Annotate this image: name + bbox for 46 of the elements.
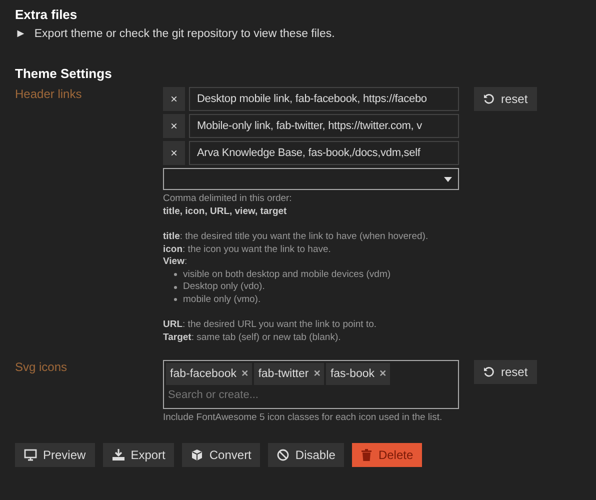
reset-button[interactable]: reset [474, 360, 537, 384]
monitor-icon [24, 449, 37, 461]
tag-chip: fas-book × [326, 363, 390, 385]
remove-tag-button[interactable]: × [380, 368, 386, 380]
help-text: title: the desired title you want the link to have (when hovered). [163, 231, 430, 244]
ban-icon [277, 449, 290, 461]
search-field[interactable]: Search or create... [166, 385, 370, 405]
download-icon [112, 449, 125, 461]
dropdown-caret-icon [444, 176, 452, 182]
help-text: URL: the desired URL you want the link to point to. [163, 319, 378, 332]
setting-label: Header links [15, 87, 83, 103]
tag-chip: fab-twitter × [254, 363, 324, 385]
list-item: Desktop only (vdo). [163, 281, 459, 294]
info-text: Export theme or check the git repository to view these files. [34, 28, 335, 40]
undo-icon [483, 366, 495, 378]
tag-chip: fab-facebook × [166, 363, 252, 385]
remove-button[interactable]: × [163, 141, 185, 165]
help-text: Comma delimited in this order: [163, 193, 293, 206]
list-item: mobile only (vmo). [163, 294, 459, 306]
undo-icon [483, 93, 495, 105]
text-input[interactable]: Desktop mobile link, fab-facebook, https://facebo [189, 87, 459, 111]
setting-label: Svg icons [15, 360, 68, 376]
reset-button[interactable]: reset [474, 87, 537, 111]
action-button[interactable]: Disable [268, 443, 344, 467]
help-text: icon: the icon you want the link to have. [163, 244, 332, 256]
cube-icon [191, 449, 204, 461]
remove-tag-button[interactable]: × [314, 368, 320, 380]
disclosure-toggle[interactable]: ► [15, 28, 26, 40]
tag-input[interactable]: fab-facebook × fab-twitter × fas-book × Search or create... [163, 360, 459, 409]
dropdown[interactable] [163, 168, 459, 190]
help-text: Target: same tab (self) or new tab (blank). [163, 332, 342, 344]
section-heading: Extra files [15, 7, 78, 22]
action-button[interactable]: Export [102, 443, 174, 467]
remove-tag-button[interactable]: × [242, 368, 248, 380]
remove-button[interactable]: × [163, 114, 185, 138]
text-input[interactable]: Mobile-only link, fab-twitter, https://twitter.com, v [189, 114, 459, 138]
list-item: visible on both desktop and mobile devices (vdm) [163, 268, 459, 281]
section-heading: Theme Settings [15, 66, 112, 81]
action-button[interactable]: Preview [15, 443, 95, 467]
format-text: title, icon, URL, view, target [163, 206, 288, 218]
text-input[interactable]: Arva Knowledge Base, fas-book,/docs,vdm,self [189, 141, 459, 165]
action-button[interactable]: Convert [182, 443, 260, 467]
help-text: View: [163, 256, 188, 268]
trash-icon [361, 449, 372, 461]
remove-button[interactable]: × [163, 87, 185, 111]
help-text: Include FontAwesome 5 icon classes for each icon used in the list. [163, 412, 444, 423]
